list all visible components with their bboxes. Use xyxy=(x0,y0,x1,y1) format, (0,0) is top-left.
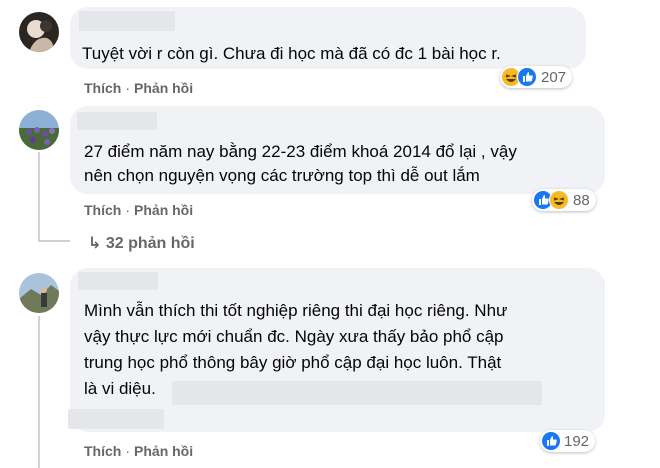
avatar[interactable] xyxy=(19,110,59,150)
reaction-summary[interactable]: 192 xyxy=(540,430,596,452)
dot-separator: · xyxy=(125,80,131,96)
haha-emoji-icon xyxy=(549,190,569,210)
redacted-author-name xyxy=(78,272,158,290)
comment-actions: Thích · Phản hồi xyxy=(84,443,193,459)
thread-line xyxy=(38,152,40,242)
redacted-author-name xyxy=(77,112,157,130)
redacted-text xyxy=(68,409,164,429)
redacted-text xyxy=(172,381,542,405)
reply-link[interactable]: Phản hồi xyxy=(134,202,193,218)
comment-text: Tuyệt vời r còn gì. Chưa đi học mà đã có… xyxy=(82,44,501,63)
reply-link[interactable]: Phản hồi xyxy=(134,443,193,459)
reaction-count: 88 xyxy=(573,191,590,209)
comment-actions: Thích · Phản hồi xyxy=(84,202,193,218)
avatar[interactable] xyxy=(19,12,59,52)
reaction-count: 192 xyxy=(564,432,590,450)
like-icon xyxy=(542,432,560,450)
reaction-summary[interactable]: 88 xyxy=(532,189,596,211)
dot-separator: · xyxy=(125,202,131,218)
thread-line xyxy=(38,316,40,468)
reply-link[interactable]: Phản hồi xyxy=(134,80,193,96)
like-link[interactable]: Thích xyxy=(84,202,121,218)
avatar[interactable] xyxy=(19,273,59,313)
dot-separator: · xyxy=(125,443,131,459)
redacted-author-name xyxy=(79,11,175,31)
like-link[interactable]: Thích xyxy=(84,443,121,459)
comment-text: 27 điểm năm nay bằng 22-23 điểm khoá 201… xyxy=(84,142,517,185)
view-replies-link[interactable]: ↳ 32 phản hồi xyxy=(88,233,195,253)
like-icon xyxy=(517,67,537,87)
reaction-summary[interactable]: 207 xyxy=(500,66,573,88)
comment-actions: Thích · Phản hồi xyxy=(84,80,193,96)
thread-line xyxy=(38,240,70,242)
like-link[interactable]: Thích xyxy=(84,80,121,96)
reaction-count: 207 xyxy=(541,68,567,86)
